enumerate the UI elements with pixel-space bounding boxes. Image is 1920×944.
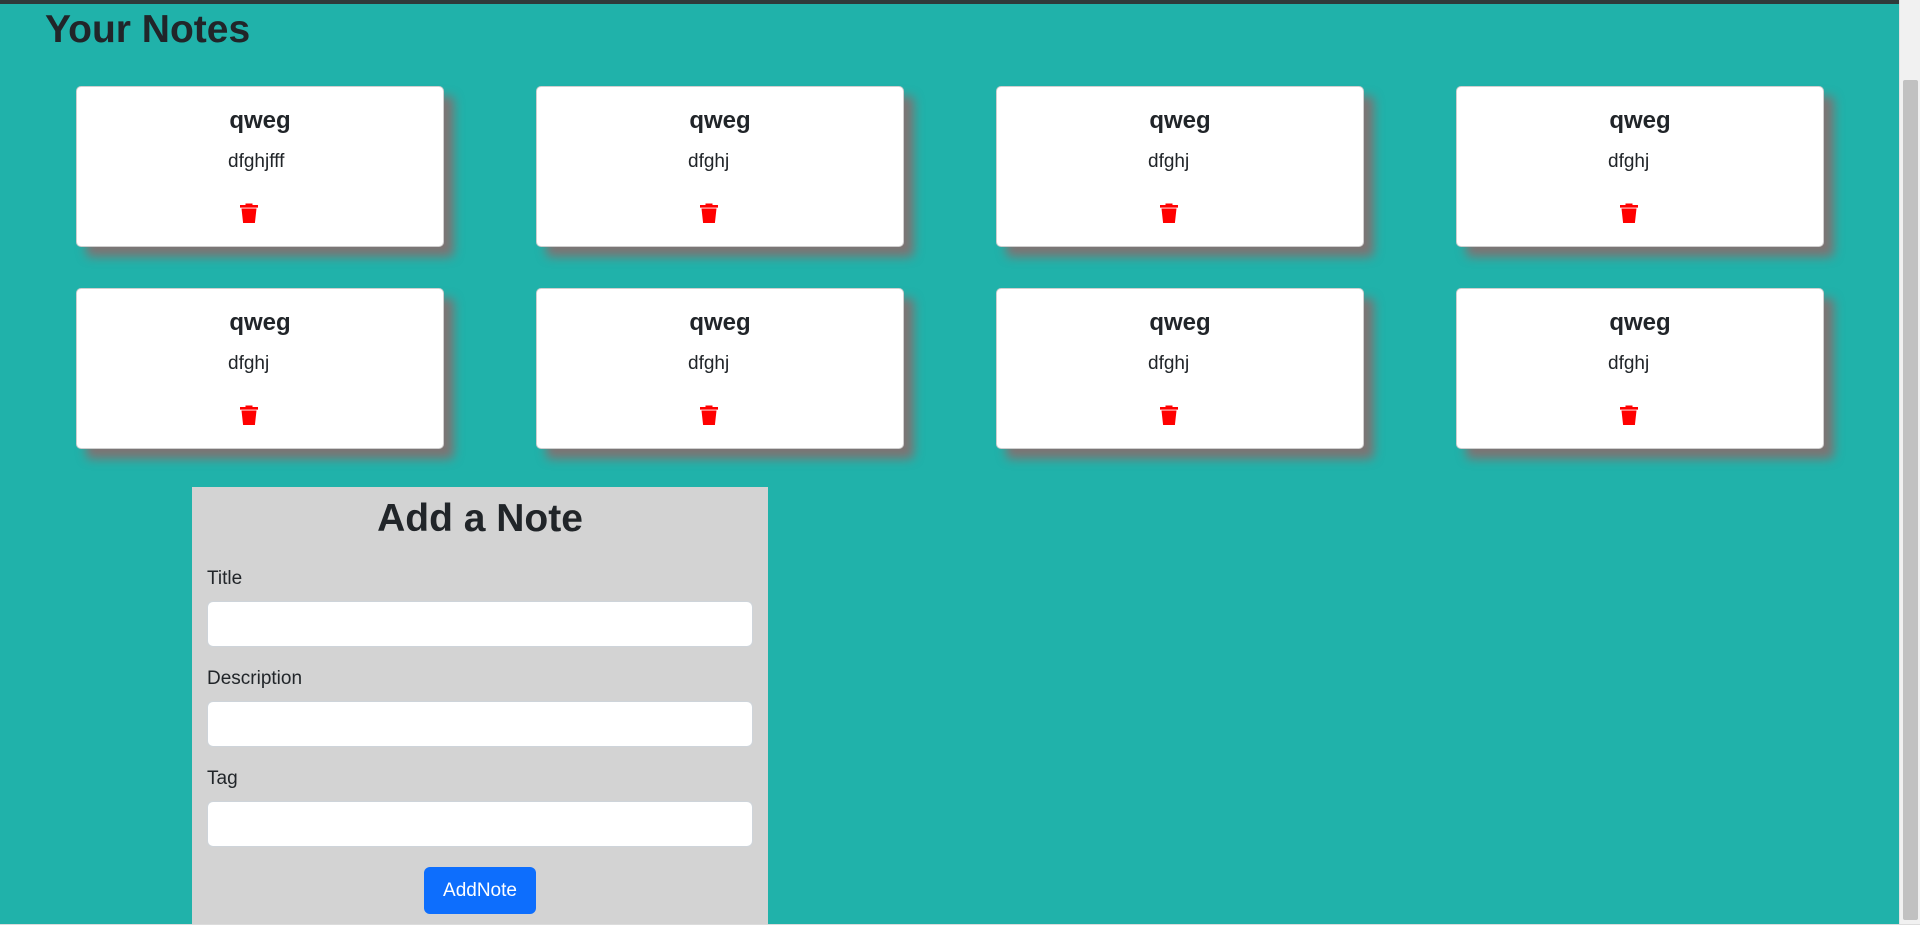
note-title: qweg [689,309,751,336]
title-label: Title [207,568,243,589]
note-description: dfghj [1608,151,1650,172]
tag-input[interactable] [207,801,753,847]
description-input[interactable] [207,701,753,747]
note-description: dfghj [228,353,270,374]
scrollbar-thumb[interactable] [1903,80,1918,920]
note-card: qweg dfghj [536,86,904,247]
note-description: dfghj [1148,151,1190,172]
note-description: dfghj [1148,353,1190,374]
note-card: qweg dfghj [1456,86,1824,247]
tag-label: Tag [207,768,238,789]
note-title: qweg [1609,309,1671,336]
note-description: dfghj [688,151,730,172]
note-title: qweg [1149,309,1211,336]
note-description: dfghj [1608,353,1650,374]
note-card: qweg dfghj [76,288,444,449]
trash-icon[interactable] [697,201,721,225]
trash-icon[interactable] [1617,201,1641,225]
add-note-button[interactable]: AddNote [424,867,536,914]
note-description: dfghjfff [228,151,285,172]
note-card: qweg dfghj [536,288,904,449]
vertical-scrollbar[interactable] [1899,0,1920,924]
note-card: qweg dfghj [996,288,1364,449]
description-label: Description [207,668,303,689]
note-title: qweg [1149,107,1211,134]
note-description: dfghj [688,353,730,374]
note-title: qweg [689,107,751,134]
page-viewport: Your Notes qweg dfghjfff qweg dfghj qweg… [0,0,1899,924]
page-title: Your Notes [45,8,251,51]
trash-icon[interactable] [697,403,721,427]
note-card: qweg dfghj [1456,288,1824,449]
add-note-heading: Add a Note [377,497,583,540]
note-card: qweg dfghjfff [76,86,444,247]
trash-icon[interactable] [237,403,261,427]
title-input[interactable] [207,601,753,647]
notes-grid: qweg dfghjfff qweg dfghj qweg dfghj qweg… [76,86,1824,449]
note-title: qweg [229,309,291,336]
note-title: qweg [229,107,291,134]
trash-icon[interactable] [1157,403,1181,427]
bottom-edge [0,924,1920,944]
trash-icon[interactable] [1157,201,1181,225]
note-card: qweg dfghj [996,86,1364,247]
trash-icon[interactable] [1617,403,1641,427]
add-note-panel: Add a Note Title Description Tag AddNote [192,487,768,924]
note-title: qweg [1609,107,1671,134]
trash-icon[interactable] [237,201,261,225]
